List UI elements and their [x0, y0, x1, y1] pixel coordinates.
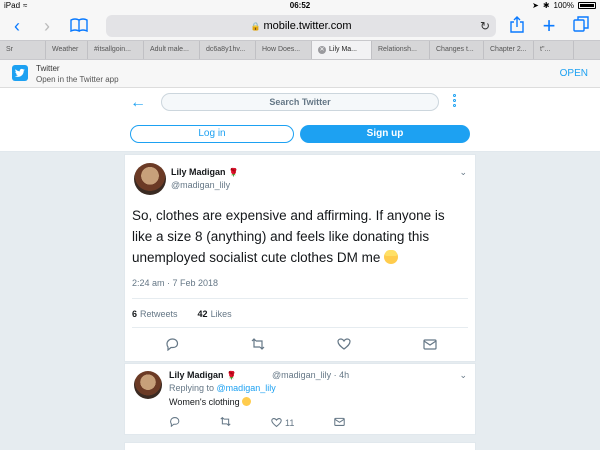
tweet-actions — [165, 337, 437, 356]
avatar[interactable] — [134, 163, 166, 195]
browser-toolbar: ‹ › 🔒 mobile.twitter.com ↻ + — [0, 12, 600, 40]
chevron-down-icon[interactable]: ⌄ — [459, 370, 467, 381]
tweet-timestamp[interactable]: 2:24 am · 7 Feb 2018 — [132, 278, 218, 288]
twitter-logo-icon — [12, 65, 28, 81]
forward-nav-icon[interactable]: › — [36, 16, 58, 36]
tab-active[interactable]: ✕ Lily Ma... — [312, 41, 372, 59]
more-options-icon[interactable] — [451, 94, 457, 110]
app-banner: Twitter Open in the Twitter app OPEN — [0, 60, 600, 88]
url-text: mobile.twitter.com — [263, 20, 352, 32]
author-handle[interactable]: @madigan_lily — [171, 180, 230, 190]
tab[interactable]: Relationsh... — [372, 41, 430, 59]
tab[interactable]: dc6a8y1hv... — [200, 41, 256, 59]
divider — [132, 298, 468, 299]
tab[interactable]: Sr — [0, 41, 46, 59]
next-tweet-card — [124, 442, 476, 450]
rose-icon: 🌹 — [228, 168, 239, 177]
reply-actions: 11 — [169, 416, 369, 429]
retweet-icon[interactable] — [251, 337, 265, 356]
tabs-overview-icon[interactable] — [570, 16, 592, 36]
like-button[interactable]: 11 — [271, 417, 294, 428]
back-nav-icon[interactable]: ‹ — [6, 16, 28, 36]
replying-to-link[interactable]: @madigan_lily — [217, 383, 276, 393]
twitter-header: ← Search Twitter Log in Sign up — [0, 88, 600, 152]
author-name[interactable]: Lily Madigan — [171, 167, 226, 177]
direct-message-icon[interactable] — [334, 416, 346, 429]
bluetooth-icon: ✱ — [542, 1, 550, 10]
like-icon[interactable] — [337, 337, 351, 356]
reload-icon[interactable]: ↻ — [480, 15, 490, 37]
retweet-count[interactable]: 6 Retweets — [132, 309, 178, 319]
tab[interactable]: Changes t... — [430, 41, 484, 59]
tab[interactable]: #itsallgoin... — [88, 41, 144, 59]
new-tab-icon[interactable]: + — [538, 15, 560, 37]
banner-title: Twitter — [36, 64, 60, 73]
author-handle[interactable]: @madigan_lily · 4h — [272, 370, 349, 380]
reply-icon[interactable] — [165, 337, 179, 356]
ok-hand-emoji-icon — [242, 397, 252, 406]
avatar[interactable] — [134, 371, 162, 399]
search-input[interactable]: Search Twitter — [161, 93, 439, 111]
address-bar[interactable]: 🔒 mobile.twitter.com ↻ — [106, 15, 496, 37]
close-tab-icon[interactable]: ✕ — [318, 46, 326, 54]
bookmarks-icon[interactable] — [68, 16, 90, 36]
replying-to: Replying to @madigan_lily — [169, 383, 276, 393]
reply-text: Women's clothing — [169, 397, 252, 407]
tab[interactable]: Chapter 2... — [484, 41, 534, 59]
author-name[interactable]: Lily Madigan — [169, 370, 224, 380]
clock: 06:52 — [289, 1, 311, 10]
divider — [132, 327, 468, 328]
battery-percent: 100% — [553, 1, 574, 10]
tweet-stats: 6 Retweets 42 Likes — [132, 309, 232, 319]
reply-like-count: 11 — [285, 417, 295, 428]
tweet-text: So, clothes are expensive and affirming.… — [132, 208, 445, 265]
like-count[interactable]: 42 Likes — [198, 309, 232, 319]
tab[interactable]: How Does... — [256, 41, 312, 59]
tab[interactable]: t"... — [534, 41, 574, 59]
login-button[interactable]: Log in — [130, 125, 294, 143]
status-bar: iPad ≈ 06:52 ➤ ✱ 100% — [0, 0, 600, 12]
like-icon — [271, 418, 282, 428]
tab[interactable]: Weather — [46, 41, 88, 59]
signup-button[interactable]: Sign up — [300, 125, 470, 143]
back-arrow-icon[interactable]: ← — [130, 94, 146, 112]
tab[interactable]: Adult male... — [144, 41, 200, 59]
retweet-icon[interactable] — [220, 416, 231, 429]
lock-icon: 🔒 — [250, 22, 261, 31]
chevron-down-icon[interactable]: ⌄ — [459, 167, 467, 178]
reply-icon[interactable] — [169, 416, 180, 429]
reply-tweet: Lily Madigan 🌹 @madigan_lily · 4h ⌄ Reply… — [124, 363, 476, 435]
location-icon: ➤ — [532, 1, 539, 10]
main-tweet: Lily Madigan 🌹 @madigan_lily ⌄ So, clothe… — [124, 154, 476, 362]
open-app-button[interactable]: OPEN — [560, 68, 588, 79]
battery-icon — [578, 2, 596, 9]
tab-bar: Sr Weather #itsallgoin... Adult male... … — [0, 40, 600, 60]
share-icon[interactable] — [506, 16, 528, 36]
banner-subtitle: Open in the Twitter app — [36, 75, 119, 84]
rose-icon: 🌹 — [226, 371, 237, 380]
direct-message-icon[interactable] — [423, 337, 437, 356]
blond-person-emoji-icon — [384, 250, 399, 264]
